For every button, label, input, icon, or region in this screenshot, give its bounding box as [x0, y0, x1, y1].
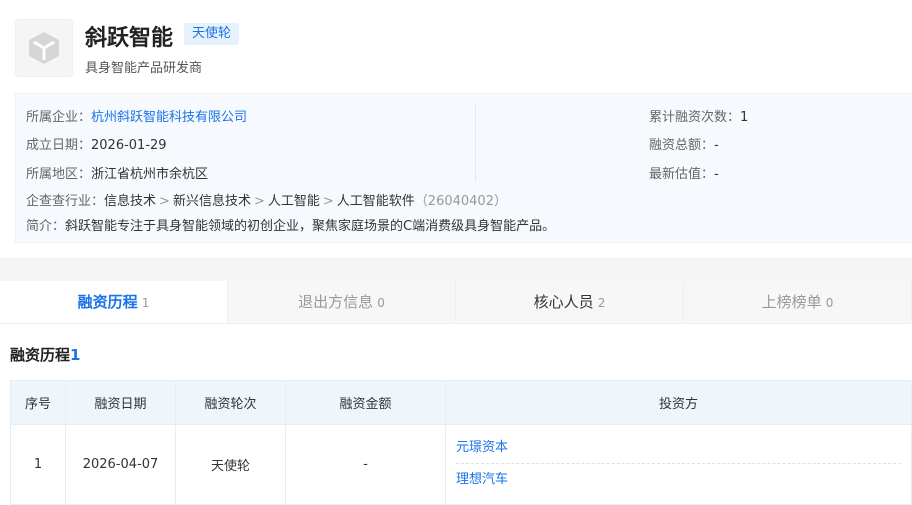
label: 所属企业：: [26, 110, 92, 125]
tab-financing[interactable]: 融资历程 1: [0, 281, 228, 323]
section-title: 融资历程1: [10, 344, 80, 365]
tab-bar: 融资历程 1 退出方信息 0 核心人员 2 上榜榜单 0: [0, 281, 912, 324]
value: -: [714, 138, 719, 153]
header-index: 序号: [10, 380, 66, 425]
company-tagline: 具身智能产品研发商: [85, 61, 203, 76]
label: 成立日期：: [26, 138, 92, 153]
cell-date: 2026-04-07: [65, 424, 176, 505]
total-row: 融资总额：-: [649, 134, 719, 153]
header-investors: 投资方: [445, 380, 912, 425]
header-round: 融资轮次: [175, 380, 286, 425]
cell-amount: -: [285, 424, 446, 505]
region-row: 所属地区：浙江省杭州市余杭区: [26, 163, 208, 182]
entity-row: 所属企业：杭州斜跃智能科技有限公司: [26, 106, 247, 125]
cell-investors: 元璟资本 理想汽车: [445, 424, 912, 505]
label: 融资总额：: [649, 138, 715, 153]
value: 1: [740, 110, 749, 125]
industry-code: （26040402）: [414, 194, 507, 209]
section-count: 1: [70, 346, 81, 364]
value: 斜跃智能专注于具身智能领域的初创企业，聚焦家庭场景的C端消费级具身智能产品。: [65, 219, 556, 234]
industry-item[interactable]: 人工智能: [268, 194, 320, 209]
tab-exit[interactable]: 退出方信息 0: [228, 281, 456, 323]
industry-item[interactable]: 人工智能软件: [337, 194, 415, 209]
separator: >: [159, 194, 170, 209]
entity-link[interactable]: 杭州斜跃智能科技有限公司: [91, 110, 247, 125]
label: 简介：: [26, 219, 66, 234]
value: -: [714, 167, 719, 182]
industry-item[interactable]: 新兴信息技术: [173, 194, 251, 209]
tab-label: 退出方信息: [298, 293, 374, 311]
label: 累计融资次数：: [649, 110, 741, 125]
cube-icon: [29, 32, 59, 64]
table-header: 序号 融资日期 融资轮次 融资金额 投资方: [10, 380, 912, 425]
tab-label: 融资历程: [77, 293, 138, 311]
separator: >: [253, 194, 265, 209]
tab-count: 0: [825, 296, 834, 310]
round-badge: 天使轮: [184, 23, 240, 45]
tab-count: 2: [597, 296, 606, 310]
tab-label: 核心人员: [533, 293, 594, 311]
intro-row: 简介：斜跃智能专注于具身智能领域的初创企业，聚焦家庭场景的C端消费级具身智能产品…: [26, 215, 555, 234]
label: 所属地区：: [26, 167, 92, 182]
valuation-row: 最新估值：-: [649, 163, 719, 182]
company-logo: [15, 19, 73, 77]
label: 最新估值：: [649, 167, 715, 182]
company-name: 斜跃智能: [85, 26, 174, 51]
divider: [475, 104, 476, 181]
tab-count: 1: [141, 296, 150, 310]
value: 浙江省杭州市余杭区: [91, 167, 209, 182]
cell-round: 天使轮: [175, 424, 286, 505]
tab-rankings[interactable]: 上榜榜单 0: [684, 281, 912, 323]
investor-link[interactable]: 理想汽车: [456, 464, 901, 496]
info-panel: 所属企业：杭州斜跃智能科技有限公司 成立日期：2026-01-29 所属地区：浙…: [15, 93, 912, 243]
tab-core-people[interactable]: 核心人员 2: [456, 281, 684, 323]
separator: >: [322, 194, 334, 209]
spacer-band: [0, 258, 912, 281]
industry-item[interactable]: 信息技术: [104, 194, 156, 209]
header-amount: 融资金额: [285, 380, 446, 425]
value: 2026-01-29: [91, 138, 167, 153]
investor-link[interactable]: 元璟资本: [456, 432, 901, 464]
tab-label: 上榜榜单: [761, 293, 822, 311]
label: 企查查行业：: [26, 194, 105, 209]
financing-table: 序号 融资日期 融资轮次 融资金额 投资方 1 2026-04-07 天使轮 -…: [10, 380, 912, 505]
founded-row: 成立日期：2026-01-29: [26, 134, 167, 153]
table-row: 1 2026-04-07 天使轮 - 元璟资本 理想汽车: [10, 424, 912, 505]
tab-count: 0: [377, 296, 385, 310]
cell-index: 1: [10, 424, 66, 505]
industry-row: 企查查行业：信息技术 > 新兴信息技术 > 人工智能 > 人工智能软件（26040402）: [26, 190, 507, 209]
header-date: 融资日期: [65, 380, 176, 425]
rounds-row: 累计融资次数：1: [649, 106, 748, 125]
section-label: 融资历程: [10, 346, 71, 364]
